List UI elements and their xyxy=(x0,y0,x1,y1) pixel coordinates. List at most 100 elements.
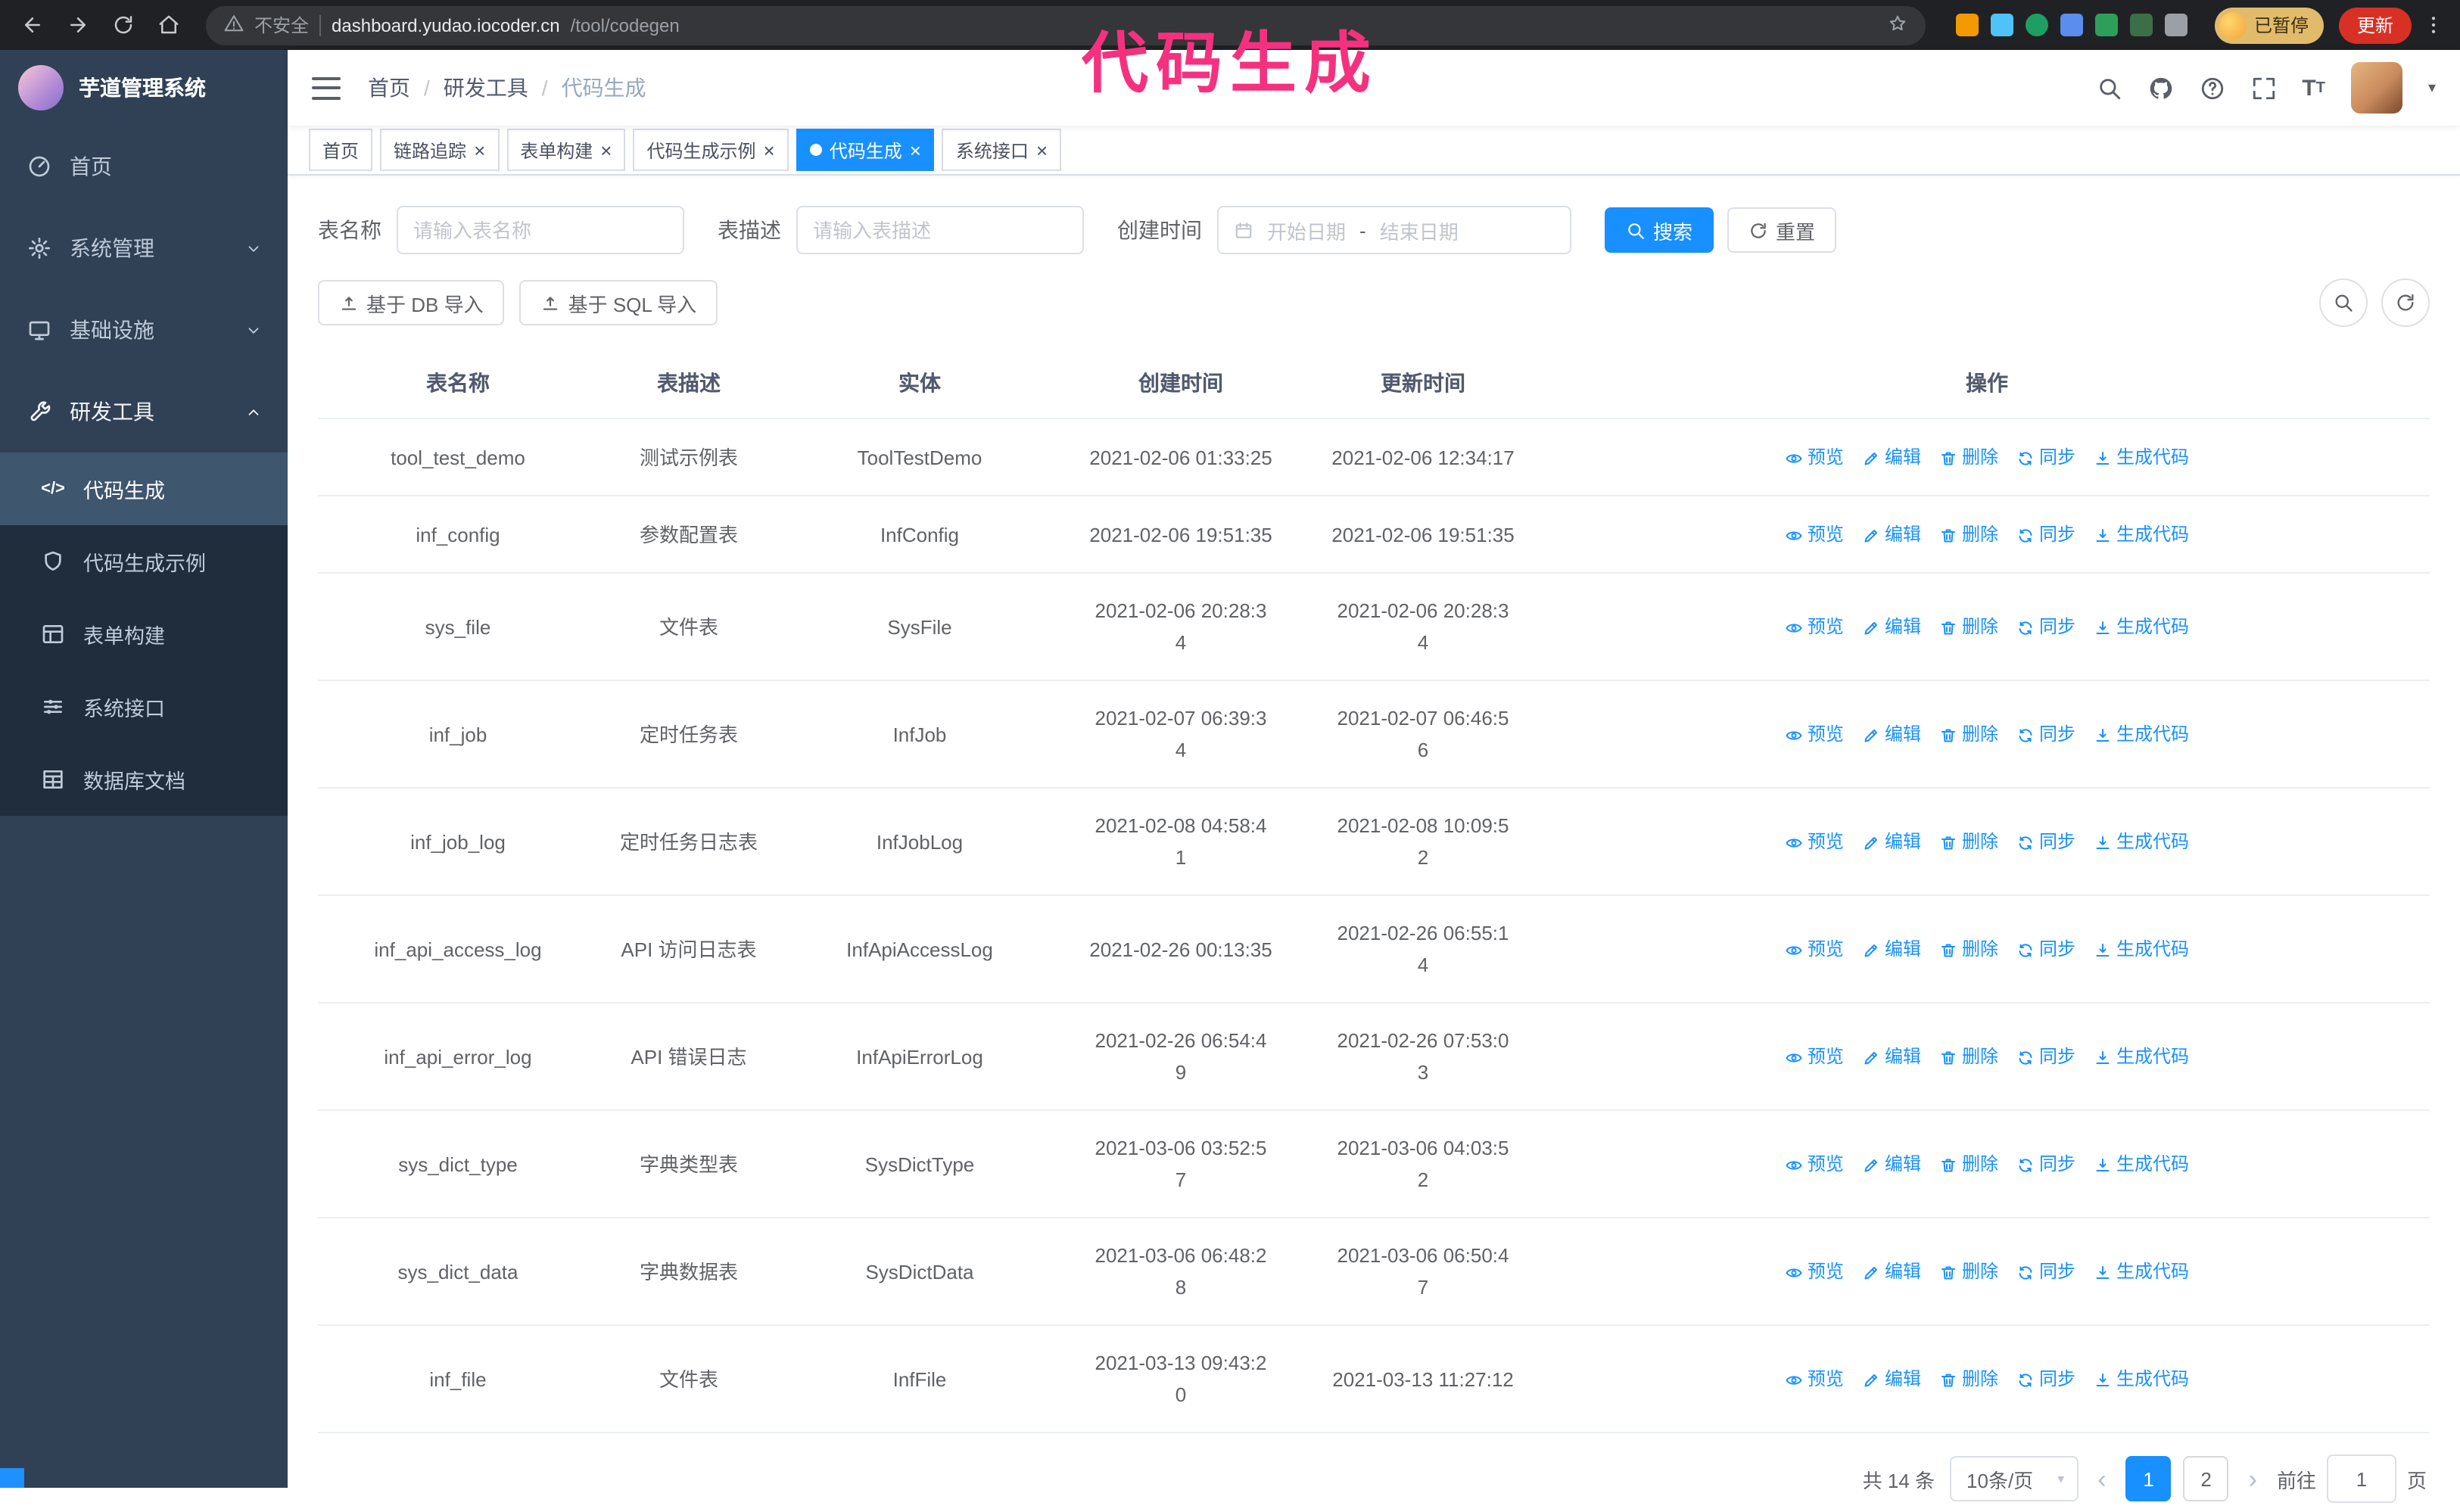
import-sql-button[interactable]: 基于 SQL 导入 xyxy=(519,280,718,325)
extension-green-v-icon[interactable] xyxy=(2025,14,2048,36)
action-generate[interactable]: 生成代码 xyxy=(2094,1256,2189,1288)
tab-codegen[interactable]: 代码生成 × xyxy=(796,129,935,171)
action-delete[interactable]: 删除 xyxy=(1939,442,1998,474)
action-edit[interactable]: 编辑 xyxy=(1862,826,1921,858)
bookmark-star-icon[interactable] xyxy=(1888,13,1907,37)
reset-button[interactable]: 重置 xyxy=(1727,207,1837,253)
tab-close-icon[interactable]: × xyxy=(600,140,612,160)
tab-close-icon[interactable]: × xyxy=(764,140,775,160)
action-generate[interactable]: 生成代码 xyxy=(2094,519,2189,551)
search-icon[interactable] xyxy=(2096,75,2122,101)
action-delete[interactable]: 删除 xyxy=(1939,1149,1998,1181)
page-button-1[interactable]: 1 xyxy=(2125,1456,2172,1502)
action-edit[interactable]: 编辑 xyxy=(1862,611,1921,643)
action-sync[interactable]: 同步 xyxy=(2016,442,2075,474)
action-preview[interactable]: 预览 xyxy=(1785,1256,1844,1288)
action-preview[interactable]: 预览 xyxy=(1785,519,1844,551)
extension-puzzle-icon[interactable] xyxy=(2164,14,2188,36)
toggle-search-button[interactable] xyxy=(2319,278,2368,327)
prev-page-button[interactable]: ‹ xyxy=(2093,1466,2110,1492)
action-edit[interactable]: 编辑 xyxy=(1862,934,1921,966)
action-preview[interactable]: 预览 xyxy=(1785,934,1844,966)
sidebar-item-home[interactable]: 首页 xyxy=(0,126,288,207)
question-icon[interactable] xyxy=(2199,75,2225,101)
tab-close-icon[interactable]: × xyxy=(474,140,485,160)
fontsize-icon[interactable]: TT xyxy=(2302,75,2325,101)
action-delete[interactable]: 删除 xyxy=(1939,934,1998,966)
action-sync[interactable]: 同步 xyxy=(2016,519,2075,551)
table-name-input[interactable] xyxy=(397,206,684,254)
action-generate[interactable]: 生成代码 xyxy=(2094,442,2189,474)
action-sync[interactable]: 同步 xyxy=(2016,934,2075,966)
action-delete[interactable]: 删除 xyxy=(1939,719,1998,751)
action-edit[interactable]: 编辑 xyxy=(1862,519,1921,551)
extension-orange-icon[interactable] xyxy=(1955,14,1979,36)
extension-card-icon[interactable] xyxy=(2094,14,2118,36)
action-sync[interactable]: 同步 xyxy=(2016,826,2075,858)
action-sync[interactable]: 同步 xyxy=(2016,1256,2075,1288)
browser-update-button[interactable]: 更新 xyxy=(2338,7,2412,43)
action-sync[interactable]: 同步 xyxy=(2016,719,2075,751)
table-desc-input[interactable] xyxy=(796,206,1084,254)
action-edit[interactable]: 编辑 xyxy=(1862,1364,1921,1395)
action-sync[interactable]: 同步 xyxy=(2016,1041,2075,1073)
refresh-table-button[interactable] xyxy=(2381,278,2430,327)
sidebar-item-form-builder[interactable]: 表单构建 xyxy=(0,598,288,670)
browser-profile-chip[interactable]: 已暂停 xyxy=(2214,7,2324,43)
sidebar-item-codegen[interactable]: </> 代码生成 xyxy=(0,453,288,525)
sidebar-item-system[interactable]: 系统管理 xyxy=(0,207,288,289)
action-generate[interactable]: 生成代码 xyxy=(2094,719,2189,751)
tab-trace[interactable]: 链路追踪 × xyxy=(380,129,500,171)
user-avatar[interactable] xyxy=(2350,62,2402,114)
goto-page-input[interactable] xyxy=(2326,1454,2396,1504)
app-logo[interactable]: 芋道管理系统 xyxy=(0,50,288,126)
breadcrumb-item[interactable]: 首页 xyxy=(368,73,410,103)
user-caret-down-icon[interactable]: ▾ xyxy=(2428,79,2436,96)
action-generate[interactable]: 生成代码 xyxy=(2094,1364,2189,1395)
extension-leaf-icon[interactable] xyxy=(2129,14,2153,36)
collapse-sidebar-button[interactable] xyxy=(312,76,341,99)
action-edit[interactable]: 编辑 xyxy=(1862,1149,1921,1181)
address-bar[interactable]: 不安全 dashboard.yudao.iocoder.cn/tool/code… xyxy=(206,5,1926,45)
action-edit[interactable]: 编辑 xyxy=(1862,1041,1921,1073)
action-generate[interactable]: 生成代码 xyxy=(2094,1041,2189,1073)
sidebar-item-infra[interactable]: 基础设施 xyxy=(0,289,288,371)
action-delete[interactable]: 删除 xyxy=(1939,1256,1998,1288)
page-size-select[interactable]: 10条/页 ▾ xyxy=(1950,1456,2079,1502)
action-preview[interactable]: 预览 xyxy=(1785,719,1844,751)
github-icon[interactable] xyxy=(2147,75,2173,101)
search-button[interactable]: 搜索 xyxy=(1605,207,1714,253)
action-delete[interactable]: 删除 xyxy=(1939,1364,1998,1395)
tab-close-icon[interactable]: × xyxy=(1036,140,1048,160)
forward-button[interactable] xyxy=(58,5,97,45)
sidebar-item-api[interactable]: 系统接口 xyxy=(0,670,288,743)
action-preview[interactable]: 预览 xyxy=(1785,1149,1844,1181)
corner-widget[interactable] xyxy=(0,1468,24,1488)
action-preview[interactable]: 预览 xyxy=(1785,1364,1844,1395)
extension-people-icon[interactable] xyxy=(2060,14,2083,36)
action-generate[interactable]: 生成代码 xyxy=(2094,611,2189,643)
action-preview[interactable]: 预览 xyxy=(1785,1041,1844,1073)
action-sync[interactable]: 同步 xyxy=(2016,611,2075,643)
action-edit[interactable]: 编辑 xyxy=(1862,719,1921,751)
reload-button[interactable] xyxy=(103,5,142,45)
tab-form-builder[interactable]: 表单构建 × xyxy=(506,129,626,171)
action-preview[interactable]: 预览 xyxy=(1785,826,1844,858)
tab-codegen-demo[interactable]: 代码生成示例 × xyxy=(633,129,789,171)
action-delete[interactable]: 删除 xyxy=(1939,611,1998,643)
action-edit[interactable]: 编辑 xyxy=(1862,442,1921,474)
browser-menu-icon[interactable] xyxy=(2418,7,2448,43)
back-button[interactable] xyxy=(12,5,51,45)
sidebar-item-db-doc[interactable]: 数据库文档 xyxy=(0,743,288,816)
fullscreen-icon[interactable] xyxy=(2250,75,2276,101)
action-generate[interactable]: 生成代码 xyxy=(2094,1149,2189,1181)
action-edit[interactable]: 编辑 xyxy=(1862,1256,1921,1288)
tab-close-icon[interactable]: × xyxy=(910,140,921,160)
page-button-2[interactable]: 2 xyxy=(2183,1456,2229,1502)
action-delete[interactable]: 删除 xyxy=(1939,826,1998,858)
extension-drop-icon[interactable] xyxy=(1990,14,2013,36)
tab-api[interactable]: 系统接口 × xyxy=(942,129,1062,171)
action-generate[interactable]: 生成代码 xyxy=(2094,826,2189,858)
action-sync[interactable]: 同步 xyxy=(2016,1364,2075,1395)
import-db-button[interactable]: 基于 DB 导入 xyxy=(318,280,505,325)
